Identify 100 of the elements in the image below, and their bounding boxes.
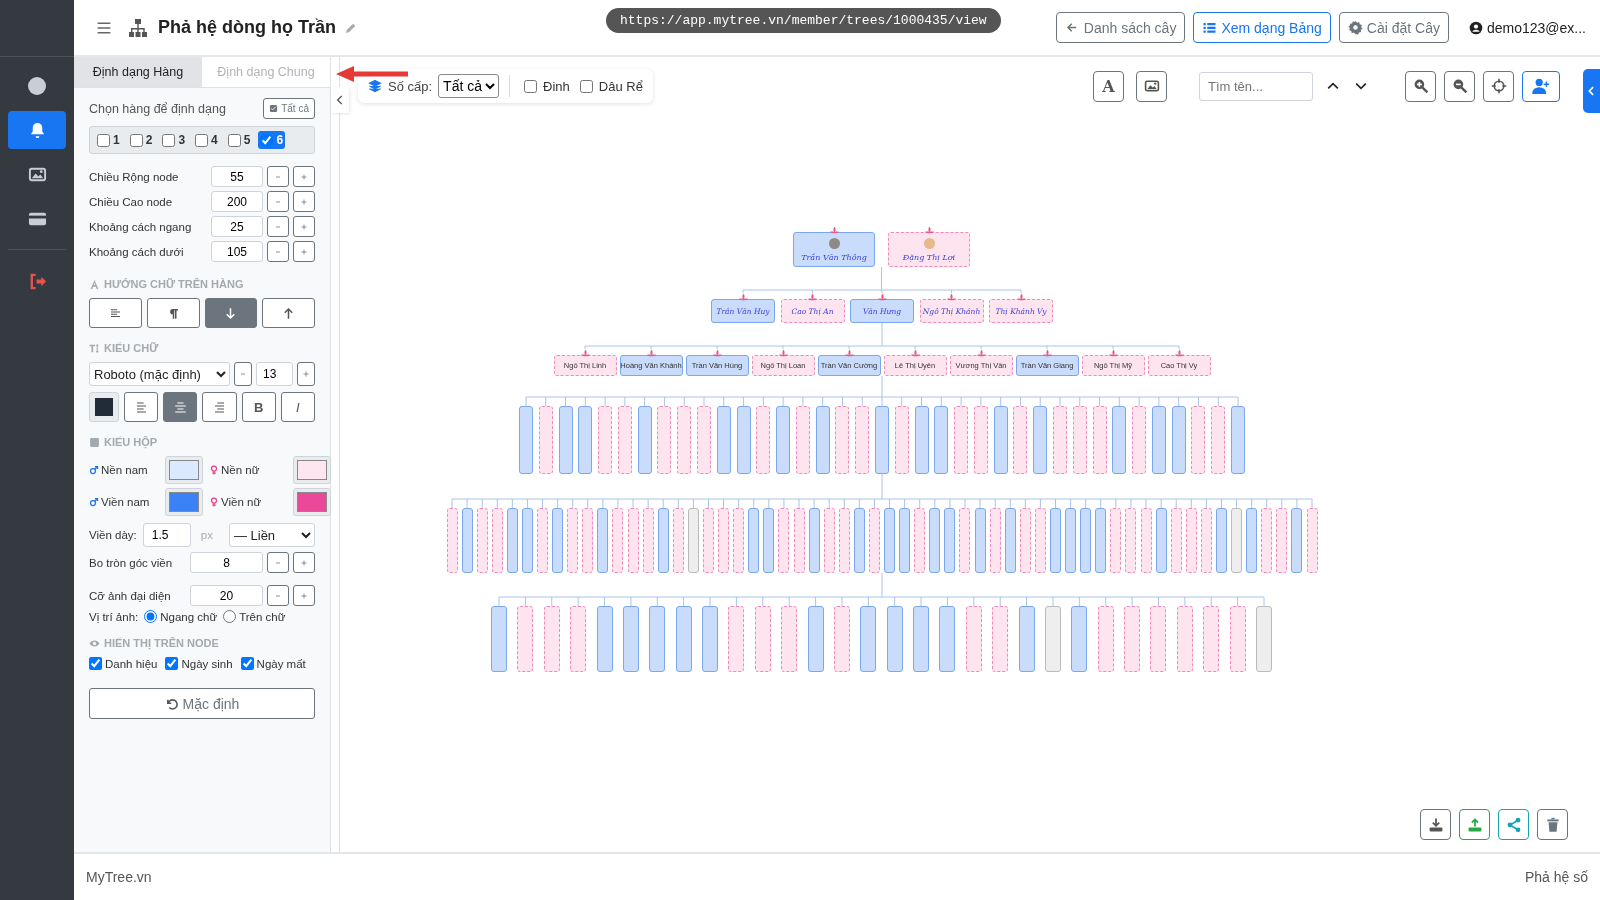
person-node[interactable] [657, 508, 669, 573]
person-node[interactable] [558, 406, 573, 474]
number-field[interactable]: 25 [211, 216, 263, 237]
person-node[interactable] [756, 406, 771, 474]
person-node[interactable] [1065, 508, 1077, 573]
checkbox[interactable] [260, 133, 274, 147]
person-node[interactable] [703, 508, 714, 573]
person-node[interactable] [687, 508, 699, 573]
text-align-button[interactable] [163, 392, 198, 422]
decrement-button[interactable] [267, 585, 289, 606]
person-node[interactable] [543, 606, 560, 672]
person-node[interactable] [1033, 406, 1048, 474]
person-node[interactable] [1080, 508, 1092, 573]
checkbox[interactable] [240, 657, 254, 670]
person-node[interactable] [1231, 406, 1245, 474]
person-node[interactable] [612, 508, 624, 573]
person-node[interactable] [954, 406, 969, 474]
person-node[interactable] [702, 606, 719, 672]
person-node[interactable] [1261, 508, 1273, 573]
increment-button[interactable] [293, 552, 315, 573]
reset-button[interactable]: Mặc định [89, 688, 315, 719]
person-node[interactable] [491, 606, 507, 672]
text-color-swatch[interactable] [89, 392, 119, 422]
person-node[interactable] [598, 406, 613, 474]
person-node[interactable] [823, 508, 835, 573]
person-node[interactable] [1256, 606, 1272, 672]
person-node[interactable] [578, 406, 593, 474]
person-node[interactable] [965, 606, 982, 672]
decrement-button[interactable] [267, 191, 289, 212]
person-node[interactable] [939, 606, 956, 672]
person-node[interactable] [914, 508, 926, 573]
decrement-button[interactable] [267, 241, 289, 262]
text-toggle-button[interactable]: A [1093, 70, 1124, 102]
row-checkbox[interactable]: 3 [160, 131, 188, 149]
number-field[interactable]: 200 [211, 191, 263, 212]
person-node[interactable] [570, 606, 587, 672]
person-node[interactable] [875, 406, 889, 474]
person-node[interactable] [899, 508, 911, 573]
number-field[interactable]: 8 [190, 552, 263, 573]
person-node[interactable]: Đặng Thị Lợi [888, 232, 970, 267]
increment-button[interactable] [293, 216, 315, 237]
radio-button[interactable] [223, 610, 237, 623]
person-node[interactable] [552, 508, 564, 573]
person-node[interactable] [835, 406, 850, 474]
person-node[interactable] [993, 406, 1008, 474]
text-align-button[interactable] [202, 392, 237, 422]
text-direction-button[interactable] [89, 298, 142, 328]
person-node[interactable]: Trần Văn Thông [793, 232, 875, 267]
checkbox[interactable] [227, 133, 241, 147]
person-node[interactable] [1072, 406, 1087, 474]
person-node[interactable] [1097, 606, 1114, 672]
border-style-select[interactable]: — Liền [228, 523, 315, 547]
person-node[interactable] [793, 508, 805, 573]
decrement-button[interactable] [267, 552, 289, 573]
person-node[interactable] [461, 508, 473, 573]
person-node[interactable] [617, 406, 632, 474]
tree-list-button[interactable]: Danh sách cây [1055, 12, 1186, 43]
person-node[interactable] [1053, 406, 1067, 474]
person-node[interactable] [884, 508, 896, 573]
row-checkbox[interactable]: 2 [127, 131, 155, 149]
person-node[interactable] [1044, 606, 1061, 672]
increment-button[interactable] [297, 362, 315, 386]
person-node[interactable] [1140, 508, 1152, 573]
increment-button[interactable] [293, 585, 315, 606]
person-node[interactable] [597, 508, 609, 573]
number-field[interactable]: 105 [211, 241, 263, 262]
text-direction-button[interactable] [262, 298, 315, 328]
person-node[interactable] [1125, 508, 1137, 573]
checkbox[interactable] [524, 79, 538, 93]
panel-tab[interactable]: Định dạng Hàng [74, 57, 202, 87]
person-node[interactable] [517, 606, 534, 672]
person-node[interactable] [992, 606, 1009, 672]
person-node[interactable] [519, 406, 533, 474]
person-node[interactable] [1203, 606, 1220, 672]
person-node[interactable] [855, 406, 870, 474]
person-node[interactable] [506, 508, 518, 573]
person-node[interactable] [1211, 406, 1226, 474]
person-node[interactable] [1092, 406, 1107, 474]
person-node[interactable] [778, 508, 790, 573]
person-node[interactable] [733, 508, 745, 573]
center-view-button[interactable] [1483, 70, 1514, 102]
person-node[interactable] [795, 406, 810, 474]
search-field[interactable]: Tìm tên... [1199, 71, 1313, 101]
person-node[interactable] [1034, 508, 1046, 573]
person-node[interactable] [675, 606, 692, 672]
person-node[interactable] [677, 406, 692, 474]
person-node[interactable] [868, 508, 880, 573]
person-node[interactable] [1151, 406, 1166, 474]
delete-button[interactable] [1537, 809, 1568, 840]
person-node[interactable] [973, 406, 988, 474]
color-swatch[interactable] [293, 488, 331, 516]
font-select[interactable]: Roboto (mặc định) [89, 362, 231, 386]
person-node[interactable] [538, 406, 553, 474]
person-node[interactable] [627, 508, 639, 573]
person-node[interactable] [1306, 508, 1318, 573]
levels-select[interactable]: Tất cả [438, 74, 500, 98]
person-node[interactable] [537, 508, 548, 573]
person-node[interactable] [718, 508, 730, 573]
person-node[interactable] [1176, 606, 1193, 672]
person-node[interactable] [736, 406, 751, 474]
